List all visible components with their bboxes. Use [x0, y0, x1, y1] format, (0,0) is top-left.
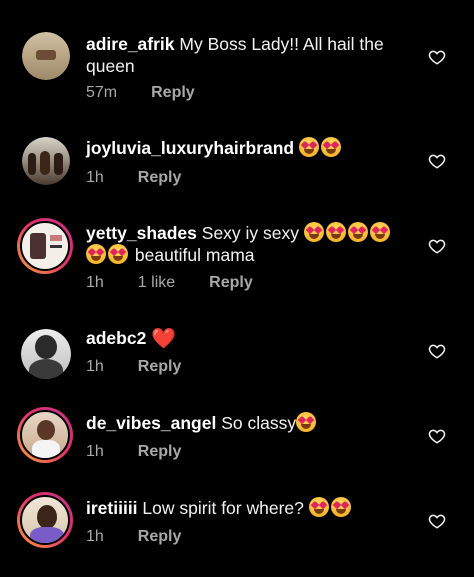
reply-button[interactable]: Reply — [138, 528, 182, 546]
comment-meta: 1h Reply — [86, 358, 215, 376]
heart-outline-icon[interactable] — [428, 237, 446, 255]
comment-meta: 57m Reply — [86, 84, 229, 102]
avatar[interactable] — [17, 218, 73, 274]
comment-time: 1h — [86, 443, 104, 460]
comment-username[interactable]: yetty_shades — [86, 223, 197, 243]
comment-meta: 1h Reply — [86, 443, 215, 461]
avatar[interactable] — [17, 407, 73, 463]
comment-time: 1h — [86, 274, 104, 291]
comment-username[interactable]: adire_afrik — [86, 34, 175, 54]
comment-text: yetty_shades Sexy iy sexy beautiful mama — [86, 222, 406, 266]
avatar[interactable] — [22, 32, 70, 80]
heart-eyes-emoji-icon — [299, 137, 319, 157]
comment-body: So classy — [221, 413, 297, 433]
comment-time: 1h — [86, 358, 104, 375]
heart-eyes-emoji-icon — [86, 244, 106, 264]
comment-item: iretiiiii Low spirit for where? 1h Reply — [0, 485, 474, 577]
comment-meta: 1h Reply — [86, 169, 215, 187]
avatar[interactable] — [21, 329, 71, 379]
comment-time: 57m — [86, 84, 118, 101]
comment-body: Sexy iy sexy — [201, 223, 300, 243]
comment-text: adebc2 ❤️ — [86, 327, 416, 350]
heart-outline-icon[interactable] — [428, 48, 446, 66]
comment-time: 1h — [86, 169, 104, 186]
comment-item: de_vibes_angel So classy 1h Reply — [0, 400, 474, 485]
heart-eyes-emoji-icon — [347, 222, 368, 242]
comment-username[interactable]: adebc2 — [86, 328, 146, 348]
comment-text: joyluvia_luxuryhairbrand — [86, 137, 446, 159]
avatar[interactable] — [17, 492, 73, 548]
heart-outline-icon[interactable] — [428, 427, 446, 445]
heart-outline-icon[interactable] — [428, 342, 446, 360]
heart-eyes-emoji-icon — [369, 222, 390, 242]
heart-eyes-emoji-icon — [321, 137, 341, 157]
reply-button[interactable]: Reply — [209, 274, 253, 292]
comment-meta: 1h Reply — [86, 528, 215, 546]
comment-body: Low spirit for where? — [142, 498, 304, 518]
comment-time: 1h — [86, 528, 104, 545]
heart-outline-icon[interactable] — [428, 512, 446, 530]
comment-item: adebc2 ❤️ 1h Reply — [0, 315, 474, 400]
comment-body-continued: beautiful mama — [134, 245, 255, 265]
heart-eyes-emoji-icon — [308, 497, 329, 517]
heart-eyes-emoji-icon — [330, 497, 351, 517]
comment-text: adire_afrik My Boss Lady!! All hail the … — [86, 33, 416, 77]
comment-text: de_vibes_angel So classy — [86, 412, 416, 434]
heart-outline-icon[interactable] — [428, 152, 446, 170]
comment-meta: 1h 1 like Reply — [86, 274, 287, 292]
reply-button[interactable]: Reply — [151, 84, 195, 102]
avatar[interactable] — [22, 137, 70, 185]
heart-eyes-emoji-icon — [296, 412, 317, 432]
comment-item: joyluvia_luxuryhairbrand 1h Reply — [0, 115, 474, 205]
reply-button[interactable]: Reply — [138, 358, 182, 376]
comment-username[interactable]: iretiiiii — [86, 498, 138, 518]
comment-username[interactable]: de_vibes_angel — [86, 413, 216, 433]
comment-item: yetty_shades Sexy iy sexy beautiful mama… — [0, 205, 474, 315]
red-heart-emoji: ❤️ — [151, 328, 177, 350]
comment-text: iretiiiii Low spirit for where? — [86, 497, 416, 519]
reply-button[interactable]: Reply — [138, 443, 182, 461]
comment-username[interactable]: joyluvia_luxuryhairbrand — [86, 138, 294, 158]
heart-eyes-emoji-icon — [108, 244, 128, 264]
heart-eyes-emoji-icon — [303, 222, 324, 242]
heart-eyes-emoji-icon — [325, 222, 346, 242]
comment-likes[interactable]: 1 like — [138, 274, 175, 292]
comment-item: adire_afrik My Boss Lady!! All hail the … — [0, 0, 474, 115]
reply-button[interactable]: Reply — [138, 169, 182, 187]
